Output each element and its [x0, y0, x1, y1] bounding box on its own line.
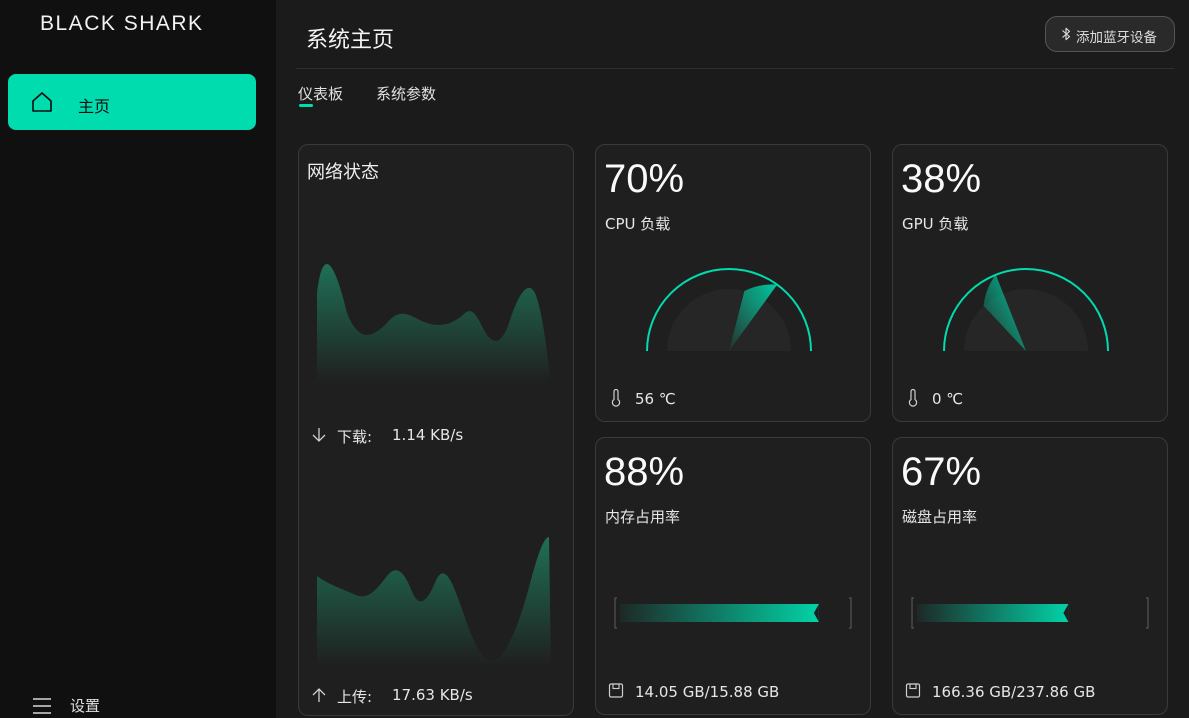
sidebar: BLACK SHARK 主页 设置 [0, 0, 276, 718]
active-tab-indicator [299, 104, 313, 107]
upload-wave-graph [317, 537, 551, 667]
bar-fill [917, 604, 1069, 622]
thermometer-icon [611, 389, 621, 407]
sidebar-item-settings-label: 设置 [70, 697, 101, 715]
storage-icon [608, 683, 624, 698]
cpu-temperature-value: 56 ℃ [635, 390, 676, 408]
cpu-temperature: 56 ℃ [608, 389, 858, 409]
tab-system-params[interactable]: 系统参数 [376, 83, 436, 104]
gauge-face [964, 289, 1088, 351]
sidebar-item-settings[interactable]: 设置 [30, 692, 180, 718]
cpu-load-label: CPU 负载 [605, 215, 671, 233]
arrow-down-icon [312, 428, 326, 442]
gpu-gauge [943, 268, 1109, 352]
sidebar-item-home[interactable]: 主页 [8, 74, 256, 130]
download-wave-graph [317, 264, 551, 383]
cpu-load-percent: 70% [604, 157, 685, 201]
gauge-face [667, 289, 791, 351]
bar-right-bracket [1146, 597, 1149, 629]
add-bluetooth-label: 添加蓝牙设备 [1076, 30, 1157, 46]
tab-dashboard[interactable]: 仪表板 [298, 83, 343, 104]
memory-usage-label: 内存占用率 [605, 508, 681, 526]
disk-usage-value: 166.36 GB/237.86 GB [932, 683, 1096, 701]
gpu-load-card: 38% GPU 负载 0 ℃ [892, 144, 1168, 422]
disk-usage-detail: 166.36 GB/237.86 GB [905, 682, 1155, 702]
memory-usage-card: 88% 内存占用率 14.05 GB/15.88 GB [595, 437, 871, 715]
header-divider [296, 68, 1174, 69]
bar-left-bracket [614, 597, 617, 629]
disk-usage-percent: 67% [901, 450, 982, 494]
arrow-up-icon [312, 688, 326, 702]
bar-left-bracket [911, 597, 914, 629]
bar-right-bracket [849, 597, 852, 629]
cpu-load-card: 70% CPU 负载 56 ℃ [595, 144, 871, 422]
upload-value: 17.63 KB/s [392, 686, 473, 704]
network-status-title: 网络状态 [307, 162, 379, 183]
memory-usage-value: 14.05 GB/15.88 GB [635, 683, 780, 701]
memory-usage-bar [614, 597, 852, 629]
upload-label: 上传: [337, 688, 373, 706]
menu-icon [33, 698, 51, 714]
sidebar-item-home-label: 主页 [78, 97, 111, 116]
gpu-load-label: GPU 负载 [902, 215, 969, 233]
disk-usage-label: 磁盘占用率 [902, 508, 978, 526]
brand-logo: BLACK SHARK [40, 12, 204, 35]
download-label: 下载: [337, 428, 373, 446]
memory-usage-percent: 88% [604, 450, 685, 494]
network-status-card: 网络状态 下载: 1.14 KB/s 上传: 17.63 KB/s [298, 144, 574, 716]
memory-usage-detail: 14.05 GB/15.88 GB [608, 682, 858, 702]
disk-usage-bar [911, 597, 1149, 629]
page-title: 系统主页 [306, 28, 395, 53]
download-rate: 下载: 1.14 KB/s [311, 426, 561, 448]
thermometer-icon [908, 389, 918, 407]
upload-rate: 上传: 17.63 KB/s [311, 686, 561, 708]
gpu-temperature-value: 0 ℃ [932, 390, 964, 408]
add-bluetooth-button[interactable]: 添加蓝牙设备 [1045, 16, 1175, 52]
gpu-temperature: 0 ℃ [905, 389, 1155, 409]
storage-icon [905, 683, 921, 698]
download-value: 1.14 KB/s [392, 426, 464, 444]
gpu-load-percent: 38% [901, 157, 982, 201]
bluetooth-icon [1062, 27, 1071, 41]
home-icon [32, 92, 52, 112]
bar-fill [620, 604, 819, 622]
disk-usage-card: 67% 磁盘占用率 166.36 GB/237.86 GB [892, 437, 1168, 715]
cpu-gauge [646, 268, 812, 352]
